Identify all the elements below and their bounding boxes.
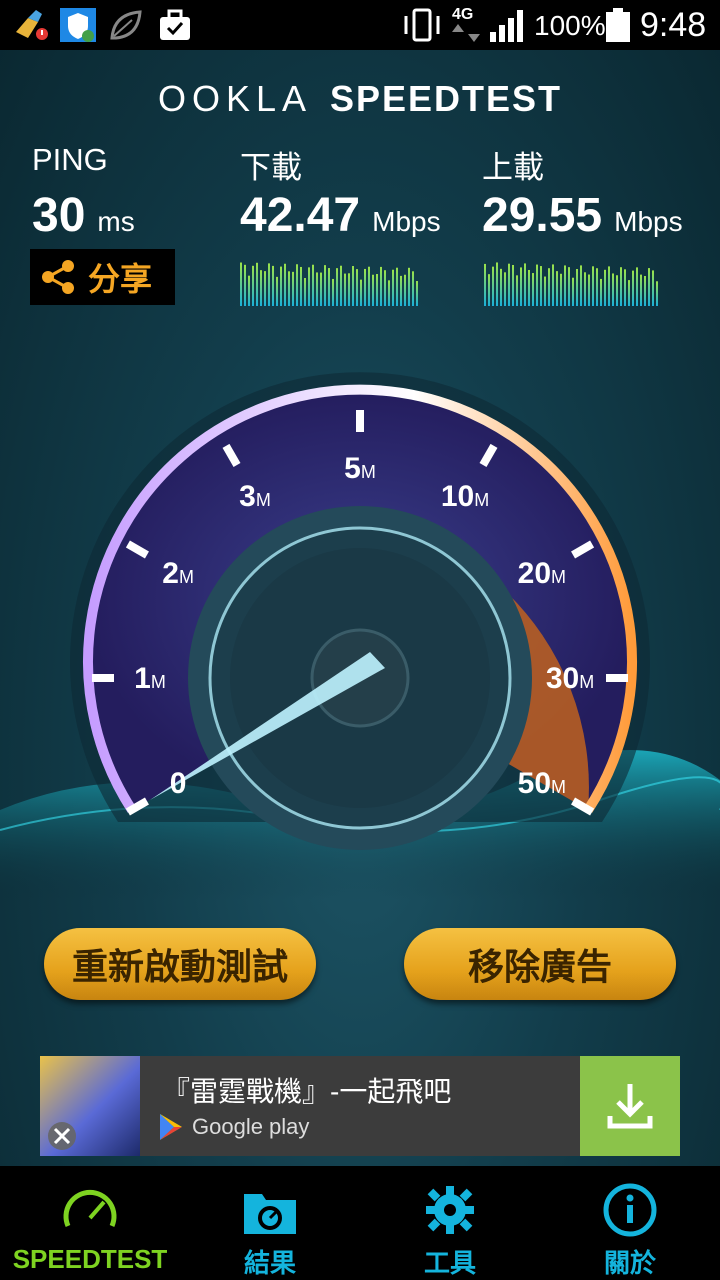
ad-download-button[interactable] — [580, 1056, 680, 1156]
app-logo: OOKLA SPEEDTEST — [0, 78, 720, 120]
gauge-tick-label: 0 — [170, 767, 187, 800]
nav-label-about: 關於 — [603, 1248, 656, 1278]
download-label: 下載 — [240, 150, 302, 185]
bottom-navigation: SPEEDTEST 結果 工具 關於 — [0, 1166, 720, 1280]
ad-thumbnail — [40, 1056, 140, 1156]
download-value: 42.47 — [240, 189, 361, 242]
upload-value-row: 29.55 Mbps — [482, 188, 683, 243]
ad-close-icon[interactable] — [40, 1056, 140, 1156]
nav-speedtest[interactable]: SPEEDTEST — [0, 1166, 180, 1280]
download-unit: Mbps — [372, 206, 441, 237]
speedometer-icon — [63, 1189, 117, 1227]
nav-label-results: 結果 — [243, 1248, 296, 1278]
ping-label: PING — [32, 142, 108, 177]
upload-unit: Mbps — [614, 206, 683, 237]
ad-store-label: Google play — [192, 1114, 310, 1139]
clock: 9:48 — [640, 6, 707, 44]
ping-value: 30 — [32, 189, 86, 242]
info-icon — [603, 1183, 657, 1237]
upload-label: 上載 — [482, 150, 544, 185]
download-icon — [607, 1084, 653, 1129]
nav-tools[interactable]: 工具 — [360, 1166, 540, 1280]
folder-icon — [244, 1194, 296, 1234]
ping-unit: ms — [97, 206, 135, 237]
upload-graph — [484, 262, 658, 306]
gear-icon — [426, 1186, 474, 1234]
share-icon — [42, 260, 74, 294]
ad-title: 『雷霆戰機』-一起飛吧 — [162, 1076, 452, 1107]
status-bar: 4G 100% 9:48 — [0, 0, 720, 50]
brand-name: OOKLA — [157, 78, 312, 119]
share-button[interactable]: 分享 — [30, 249, 175, 305]
battery-icon — [606, 8, 630, 42]
restart-test-button[interactable]: 重新啟動測試 — [44, 928, 316, 1000]
cleaner-icon — [16, 10, 48, 40]
play-store-icon — [160, 1114, 182, 1140]
data-arrows-icon — [452, 24, 480, 42]
leaf-icon — [110, 10, 142, 40]
shield-icon — [60, 8, 96, 42]
download-graph — [240, 262, 418, 306]
product-name: SPEEDTEST — [330, 78, 563, 119]
network-type: 4G — [452, 6, 474, 23]
ad-banner[interactable]: 『雷霆戰機』-一起飛吧 Google play — [40, 1056, 680, 1156]
vibrate-icon — [404, 8, 440, 42]
nav-label-speedtest: SPEEDTEST — [12, 1244, 168, 1274]
signal-icon — [490, 10, 523, 42]
upload-value: 29.55 — [482, 189, 603, 242]
ping-value-row: 30 ms — [32, 188, 135, 243]
ad-store-badge: Google play — [156, 1112, 309, 1142]
speed-gauge: 01M2M3M5M10M20M30M50M — [70, 372, 651, 850]
share-label: 分享 — [88, 261, 153, 297]
nav-about[interactable]: 關於 — [540, 1166, 720, 1280]
battery-percent: 100% — [534, 10, 606, 41]
briefcase-icon — [160, 9, 190, 40]
nav-label-tools: 工具 — [423, 1248, 476, 1278]
download-value-row: 42.47 Mbps — [240, 188, 441, 243]
remove-ads-button[interactable]: 移除廣告 — [404, 928, 676, 1000]
nav-results[interactable]: 結果 — [180, 1166, 360, 1280]
